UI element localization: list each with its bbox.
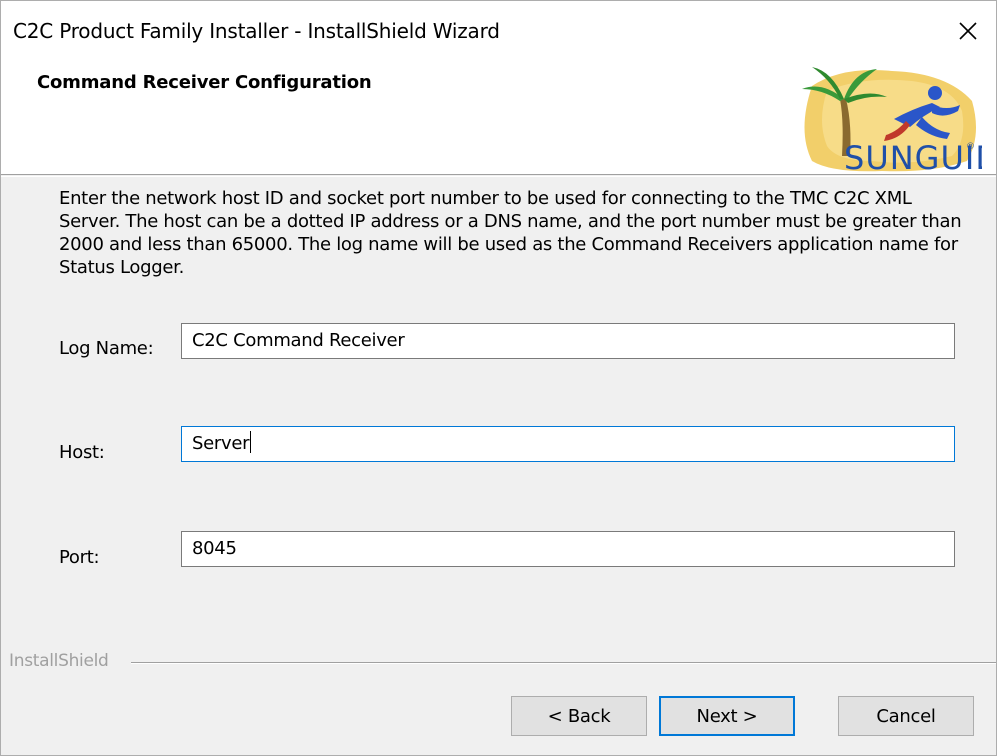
- header-divider: [1, 176, 996, 177]
- port-input[interactable]: 8045: [181, 531, 955, 567]
- log-name-label: Log Name:: [59, 338, 154, 359]
- brand-label: InstallShield: [9, 651, 115, 671]
- instructions-text: Enter the network host ID and socket por…: [59, 188, 962, 278]
- port-value: 8045: [192, 538, 237, 559]
- cancel-button[interactable]: Cancel: [838, 696, 974, 736]
- window-title: C2C Product Family Installer - InstallSh…: [13, 19, 500, 43]
- logo-registered-mark: ®: [966, 142, 975, 152]
- log-name-input[interactable]: C2C Command Receiver: [181, 323, 955, 359]
- installer-dialog: C2C Product Family Installer - InstallSh…: [0, 0, 997, 756]
- logo-text: SUNGUIDE: [844, 139, 982, 174]
- host-label: Host:: [59, 442, 105, 463]
- host-value: Server: [192, 433, 250, 454]
- host-input[interactable]: Server: [181, 426, 955, 462]
- close-button[interactable]: [940, 1, 996, 61]
- text-caret: [250, 431, 252, 453]
- installshield-branding: InstallShield: [1, 651, 996, 675]
- page-title: Command Receiver Configuration: [37, 72, 372, 93]
- title-bar[interactable]: C2C Product Family Installer - InstallSh…: [1, 1, 996, 61]
- next-button[interactable]: Next >: [659, 696, 795, 736]
- brand-divider-highlight: [131, 663, 996, 664]
- port-label: Port:: [59, 547, 100, 568]
- back-button[interactable]: < Back: [511, 696, 647, 736]
- close-icon: [959, 22, 977, 40]
- sunguide-logo: SUNGUIDE ®: [782, 61, 982, 174]
- wizard-header: Command Receiver Configuration SUNGUI ®: [1, 61, 996, 175]
- log-name-value: C2C Command Receiver: [192, 330, 405, 351]
